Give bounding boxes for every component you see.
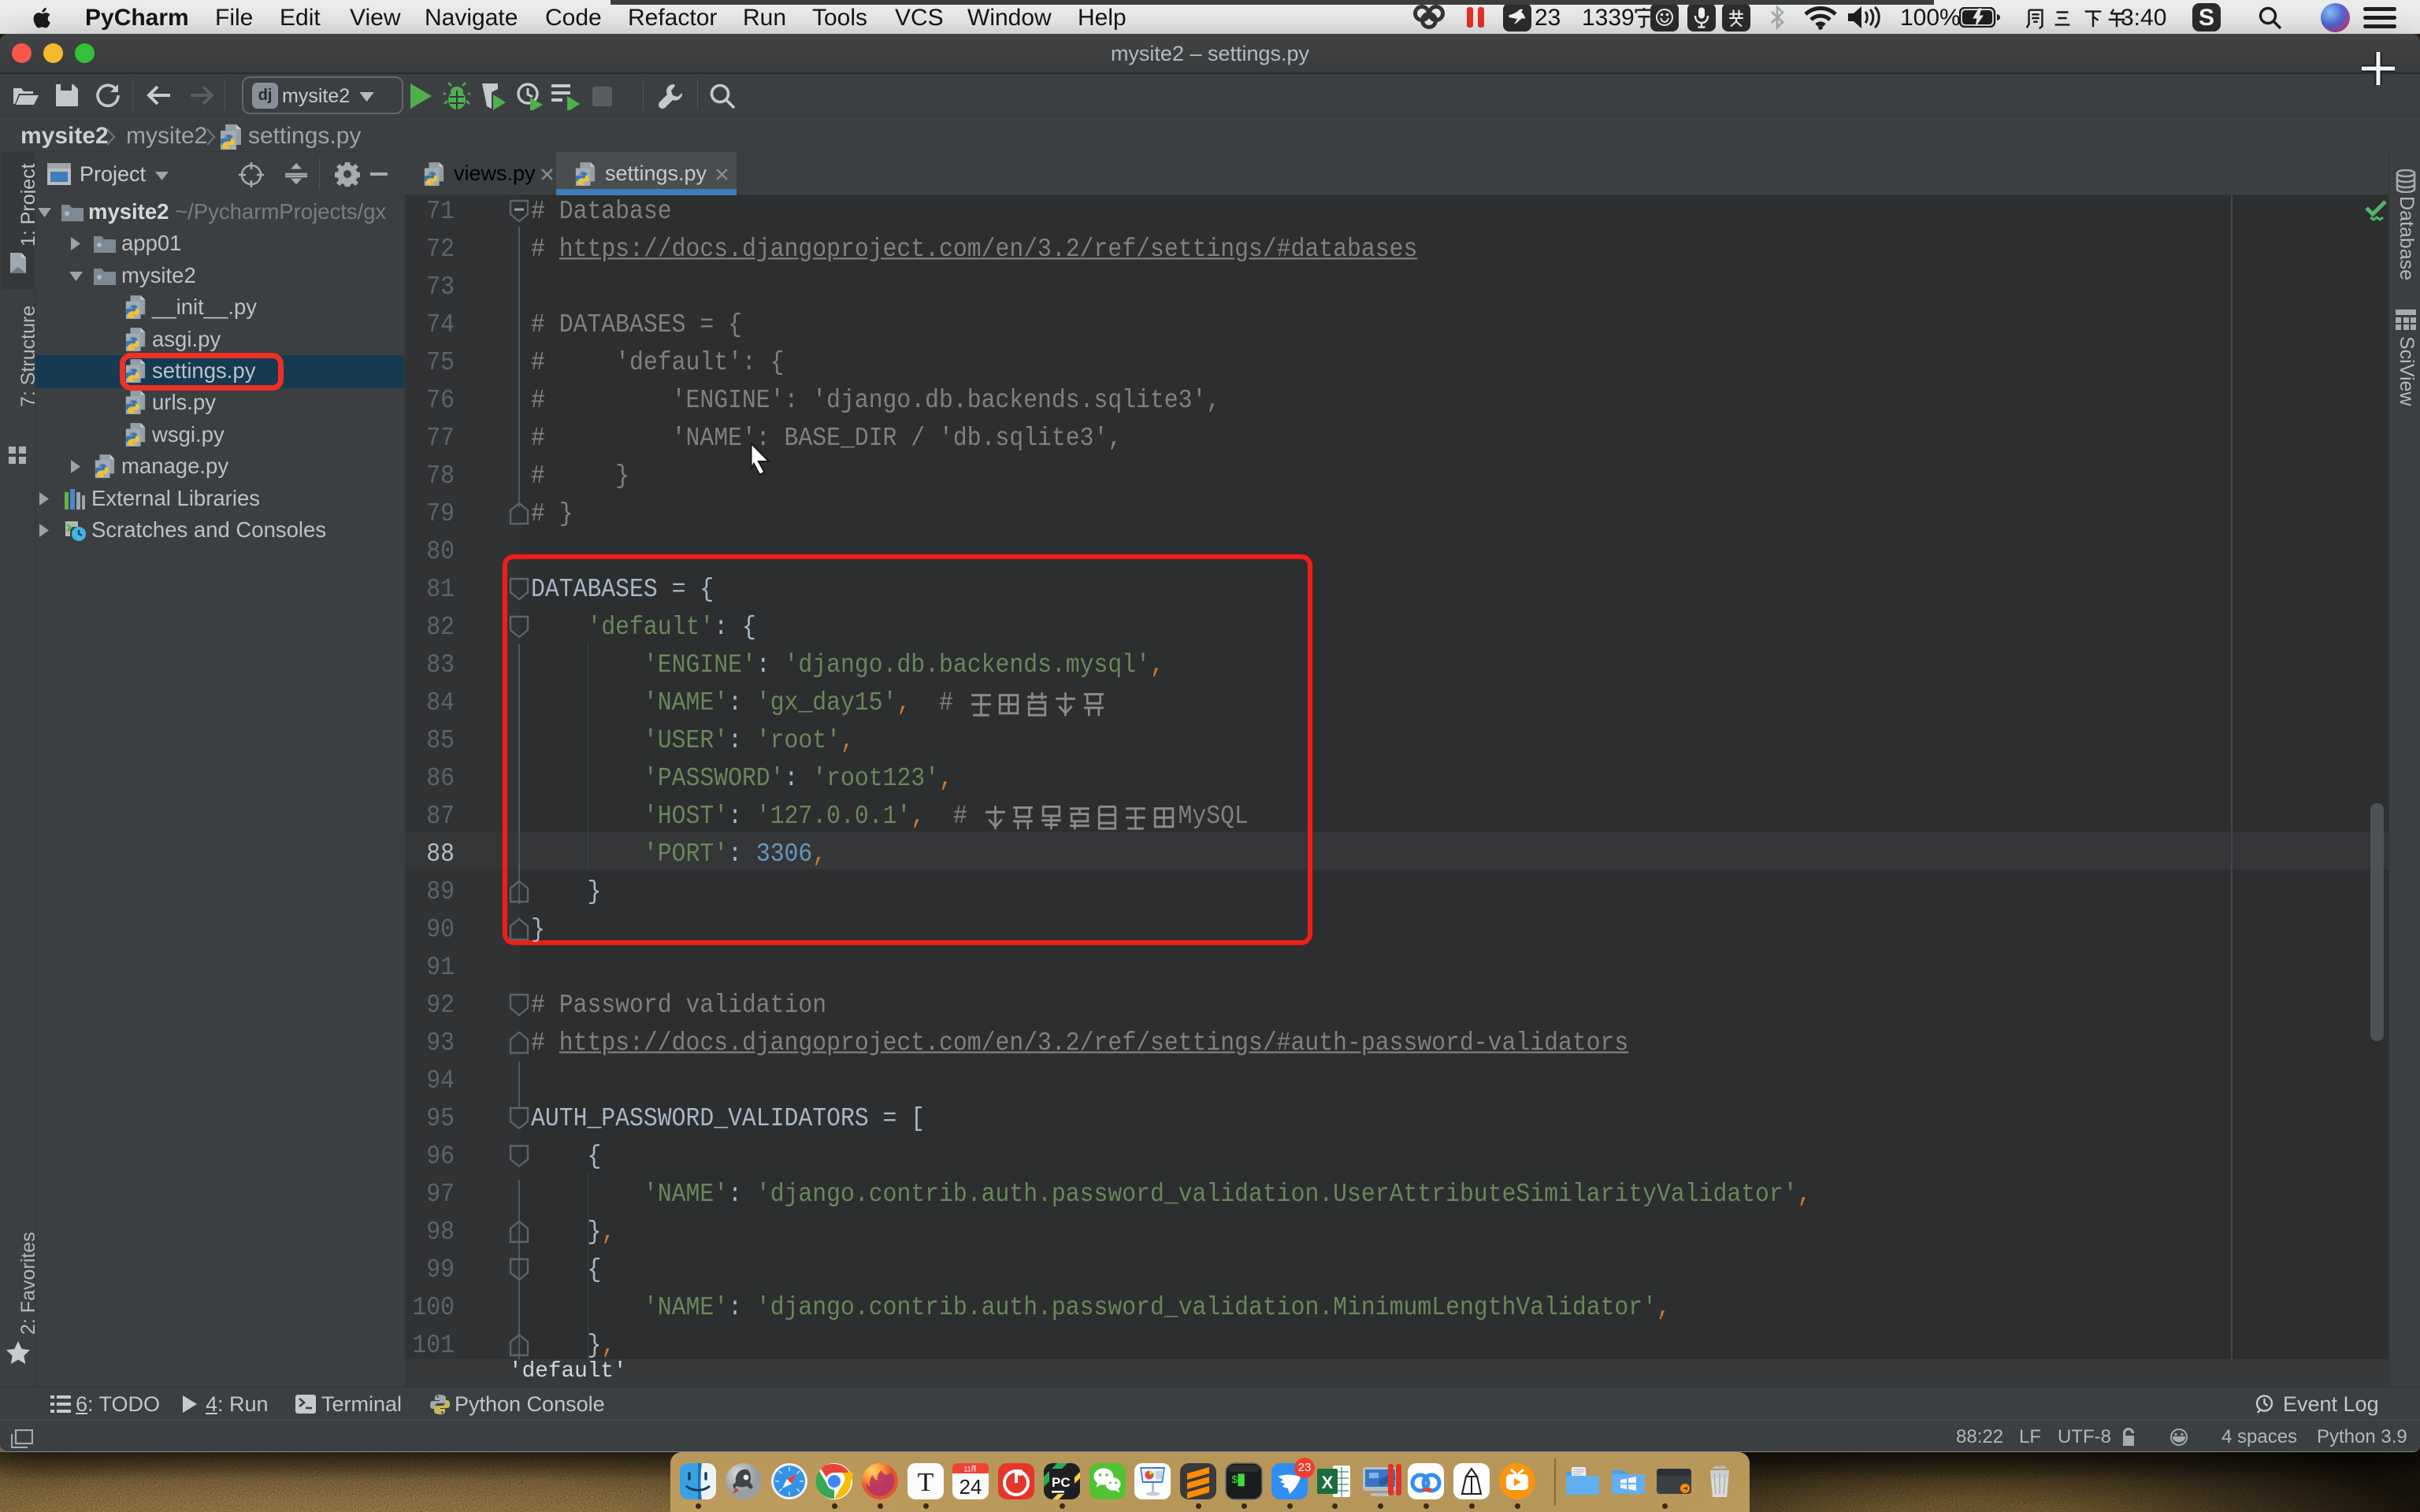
svg-text:11: 11 bbox=[963, 1466, 971, 1473]
svg-text:T: T bbox=[918, 1468, 934, 1497]
svg-text:24: 24 bbox=[959, 1475, 982, 1499]
svg-text:X: X bbox=[1322, 1473, 1334, 1492]
svg-text:PC: PC bbox=[1052, 1475, 1071, 1490]
svg-text:$█: $█ bbox=[1231, 1473, 1245, 1487]
